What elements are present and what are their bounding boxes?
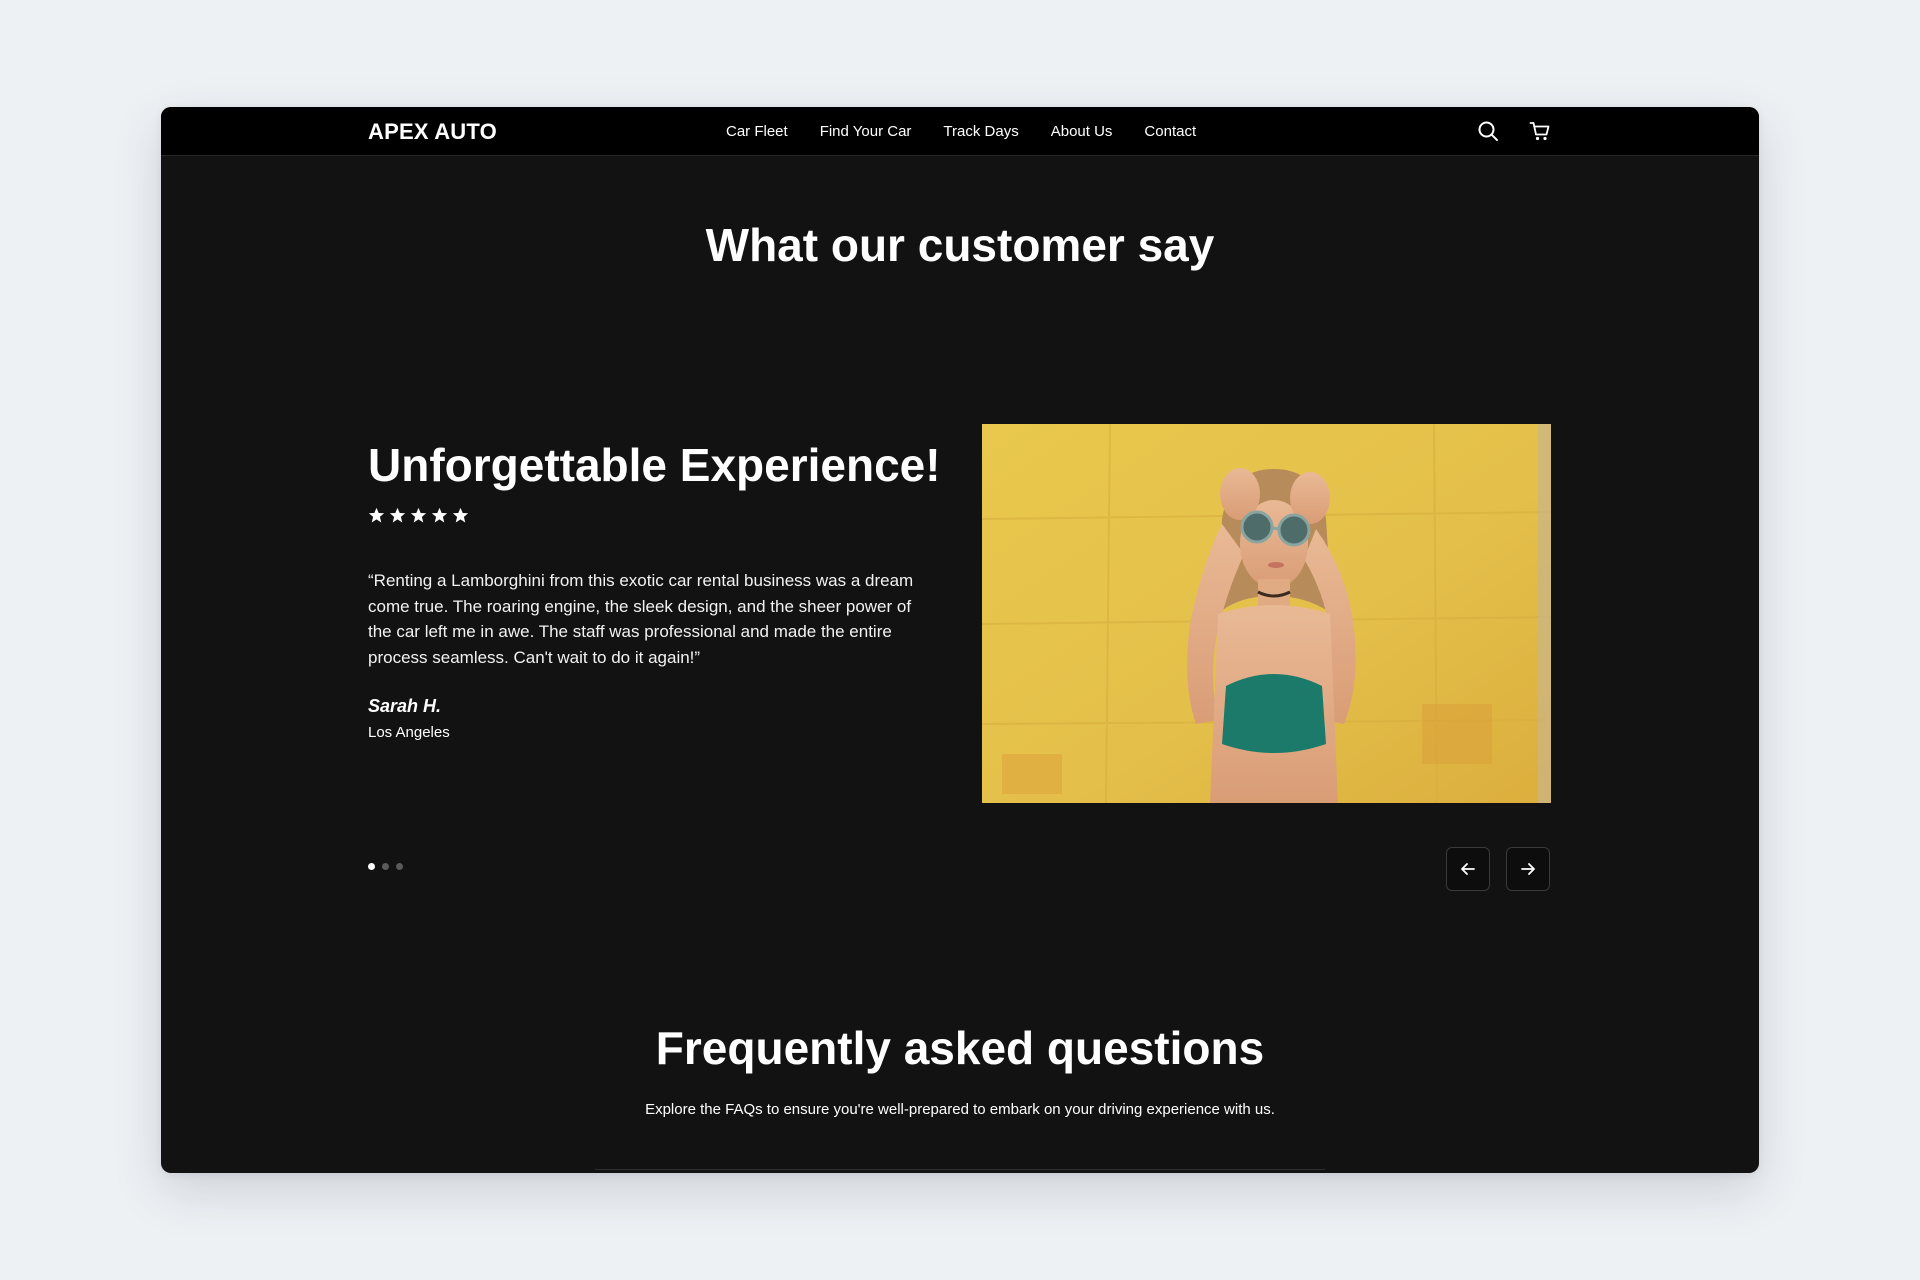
nav-link-contact[interactable]: Contact <box>1144 123 1196 140</box>
brand-logo[interactable]: APEX AUTO <box>368 119 497 145</box>
nav-link-about-us[interactable]: About Us <box>1051 123 1113 140</box>
faq-subtitle: Explore the FAQs to ensure you're well-p… <box>645 1101 1275 1118</box>
star-icon <box>368 507 385 523</box>
carousel-dot-2[interactable] <box>382 863 389 870</box>
carousel-dot-3[interactable] <box>396 863 403 870</box>
star-icon <box>410 507 427 523</box>
star-icon <box>389 507 406 523</box>
testimonial-author: Sarah H. <box>368 696 442 716</box>
star-icon <box>431 507 448 523</box>
nav-link-car-fleet[interactable]: Car Fleet <box>726 123 788 140</box>
next-slide-button[interactable] <box>1506 847 1550 891</box>
prev-slide-button[interactable] <box>1446 847 1490 891</box>
nav-links: Car Fleet Find Your Car Track Days About… <box>726 123 1228 140</box>
nav-link-track-days[interactable]: Track Days <box>943 123 1018 140</box>
faq-divider <box>595 1169 1325 1170</box>
faq-heading: Frequently asked questions <box>655 1022 1265 1074</box>
arrow-right-icon <box>1521 863 1535 875</box>
top-navbar: APEX AUTO Car Fleet Find Your Car Track … <box>161 107 1759 156</box>
testimonial-location: Los Angeles <box>368 724 450 741</box>
star-icon <box>452 507 469 523</box>
customer-photo <box>982 424 1551 803</box>
search-icon[interactable] <box>1477 120 1499 142</box>
star-rating <box>368 507 469 524</box>
testimonial-quote: “Renting a Lamborghini from this exotic … <box>368 571 914 667</box>
testimonial-title: Unforgettable Experience! <box>368 439 941 491</box>
cart-icon[interactable] <box>1529 120 1551 142</box>
testimonials-heading: What our customer say <box>705 219 1215 271</box>
carousel-dots <box>368 863 403 870</box>
carousel-dot-1[interactable] <box>368 863 375 870</box>
browser-window: APEX AUTO Car Fleet Find Your Car Track … <box>161 107 1759 1173</box>
nav-link-find-your-car[interactable]: Find Your Car <box>820 123 912 140</box>
arrow-left-icon <box>1461 863 1475 875</box>
